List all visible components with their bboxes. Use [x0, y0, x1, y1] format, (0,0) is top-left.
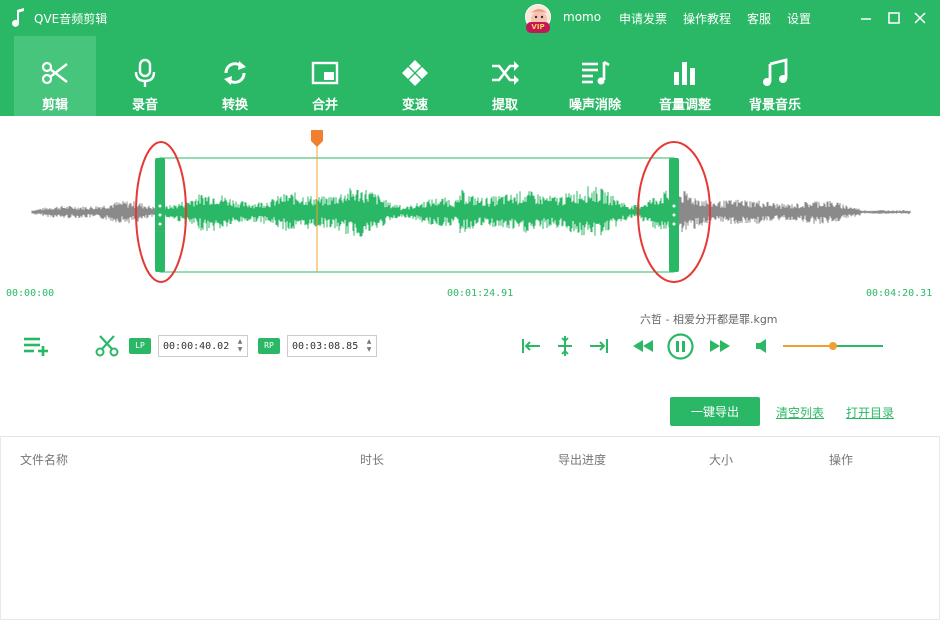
tool-merge-label: 合并 — [311, 98, 338, 113]
time-end-label: 00:04:20.31 — [866, 288, 933, 299]
time-start-label: 00:00:00 — [6, 288, 55, 299]
tool-record[interactable]: 录音 — [104, 36, 186, 116]
time-playhead-label: 00:01:24.91 — [447, 288, 514, 299]
tool-speed[interactable]: 变速 — [374, 36, 456, 116]
left-handle-grip-dot — [158, 204, 162, 208]
rp-time-spinbox[interactable]: ▲▼ — [287, 335, 377, 357]
waveform-selection — [159, 186, 675, 237]
minimize-icon[interactable] — [856, 8, 876, 28]
tool-extract[interactable]: 提取 — [464, 36, 546, 116]
music-note-logo-icon — [12, 8, 24, 27]
app-title: QVE音频剪辑 — [34, 12, 108, 26]
vip-badge: VIP — [526, 22, 550, 33]
column-header-size: 大小 — [709, 453, 734, 467]
jump-to-end-icon[interactable] — [589, 337, 609, 355]
clear-list-link[interactable]: 清空列表 — [776, 404, 824, 421]
main-toolbar: 剪辑 录音 转换 合并 变速 提取 噪声消除 音量调整 背景音乐 — [0, 36, 940, 116]
add-file-icon[interactable] — [22, 335, 50, 357]
speed-icon — [402, 60, 428, 86]
volume-slider-knob[interactable] — [829, 342, 837, 350]
volume-slider-fill — [783, 345, 833, 347]
now-playing-filename: 六哲 - 相爱分开都是罪.kgm — [640, 313, 778, 326]
merge-icon — [311, 61, 339, 85]
tool-speed-label: 变速 — [401, 98, 428, 113]
rp-time-input[interactable] — [288, 336, 362, 356]
tool-denoise-label: 噪声消除 — [568, 98, 621, 113]
left-handle-grip-dot — [158, 222, 162, 226]
lp-time-spinbox[interactable]: ▲▼ — [158, 335, 248, 357]
convert-icon — [224, 61, 246, 85]
lp-time-input[interactable] — [159, 336, 233, 356]
shuffle-icon — [492, 61, 519, 85]
tool-extract-label: 提取 — [491, 98, 518, 113]
right-handle-grip-dot — [672, 204, 676, 208]
split-center-icon[interactable] — [556, 335, 574, 357]
tool-record-label: 录音 — [131, 98, 158, 113]
microphone-icon — [134, 58, 156, 87]
close-icon[interactable] — [910, 8, 930, 28]
tool-bgm-label: 背景音乐 — [748, 98, 801, 113]
file-list-table: 文件名称 时长 导出进度 大小 操作 — [0, 436, 940, 620]
volume-icon[interactable] — [755, 338, 771, 354]
column-header-export-progress: 导出进度 — [558, 453, 607, 467]
waveform-svg[interactable] — [0, 116, 940, 306]
waveform-area[interactable] — [0, 116, 940, 306]
username[interactable]: momo — [563, 10, 601, 24]
tool-merge[interactable]: 合并 — [284, 36, 366, 116]
tool-cut-label: 剪辑 — [41, 98, 68, 113]
left-handle-grip-dot — [158, 213, 162, 217]
right-handle-grip-dot — [672, 213, 676, 217]
column-header-duration: 时长 — [360, 453, 385, 467]
tutorial-link[interactable]: 操作教程 — [683, 10, 731, 27]
open-directory-link[interactable]: 打开目录 — [846, 404, 894, 421]
playhead-marker[interactable] — [311, 130, 323, 147]
one-click-export-button[interactable]: 一键导出 — [670, 397, 760, 426]
jump-to-start-icon[interactable] — [521, 337, 541, 355]
tool-convert-label: 转换 — [221, 98, 248, 113]
music-note-icon — [763, 58, 788, 86]
cut-scissors-icon[interactable] — [95, 335, 119, 357]
settings-link[interactable]: 设置 — [787, 10, 811, 27]
maximize-icon[interactable] — [884, 8, 904, 28]
tool-convert[interactable]: 转换 — [194, 36, 276, 116]
lp-tag: LP — [129, 338, 151, 354]
rewind-icon[interactable] — [632, 339, 654, 353]
tool-volume-label: 音量调整 — [658, 98, 711, 113]
volume-bars-icon — [674, 62, 695, 85]
tool-cut[interactable]: 剪辑 — [14, 36, 96, 116]
right-handle-grip-dot — [672, 222, 676, 226]
title-bar: QVE音频剪辑 VIP momo 申请发票 操作教程 客服 设置 — [0, 0, 940, 36]
tool-bgm[interactable]: 背景音乐 — [734, 36, 816, 116]
rp-tag: RP — [258, 338, 280, 354]
tool-denoise[interactable]: 噪声消除 — [554, 36, 636, 116]
music-list-icon — [582, 60, 610, 85]
tool-volume[interactable]: 音量调整 — [644, 36, 726, 116]
rp-spin-arrows[interactable]: ▲ ▼ — [363, 338, 375, 356]
apply-invoice-link[interactable]: 申请发票 — [619, 10, 667, 27]
column-header-actions: 操作 — [829, 453, 854, 467]
support-link[interactable]: 客服 — [747, 10, 771, 27]
column-header-filename: 文件名称 — [20, 453, 69, 467]
lp-spin-arrows[interactable]: ▲ ▼ — [234, 338, 246, 356]
scissors-icon — [41, 61, 68, 85]
pause-icon[interactable] — [667, 333, 694, 360]
volume-slider[interactable] — [783, 342, 883, 350]
fast-forward-icon[interactable] — [709, 339, 731, 353]
